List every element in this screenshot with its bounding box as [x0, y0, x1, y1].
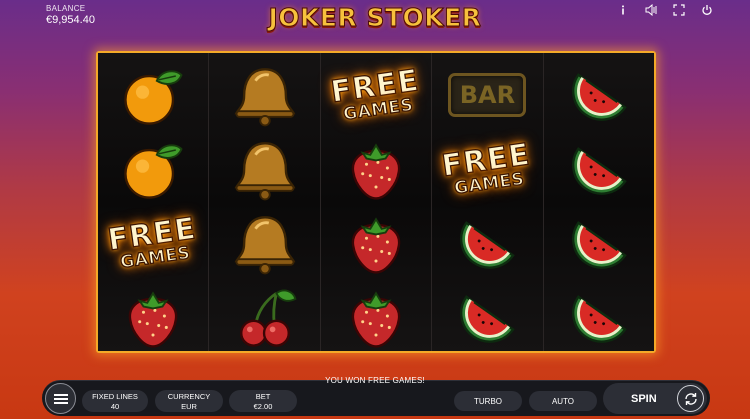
bell-icon [209, 132, 319, 206]
bet-value: €2.00 [253, 401, 273, 411]
free-games-symbol: FREE GAMES [321, 58, 431, 132]
cherries-icon [209, 280, 319, 354]
bet-label: BET [255, 392, 271, 401]
watermelon-icon [544, 280, 654, 354]
spin-button[interactable]: SPIN [603, 383, 707, 414]
bell-icon [209, 206, 319, 280]
orange-icon [98, 58, 208, 132]
strawberry-icon [321, 280, 431, 354]
watermelon-icon [544, 132, 654, 206]
menu-button[interactable] [45, 383, 76, 414]
fixed-lines-value: 40 [110, 401, 120, 411]
fullscreen-icon[interactable] [672, 3, 686, 17]
power-icon[interactable] [700, 3, 714, 17]
sound-icon[interactable] [644, 3, 658, 17]
free-games-text: FREE GAMES [439, 136, 533, 198]
currency-value: EUR [181, 401, 197, 411]
bar-text: BAR [448, 73, 527, 117]
strawberry-icon [98, 280, 208, 354]
free-games-text: FREE GAMES [328, 62, 422, 124]
free-games-text: FREE GAMES [105, 210, 199, 272]
strawberry-icon [321, 206, 431, 280]
auto-button[interactable]: AUTO [529, 391, 597, 411]
watermelon-icon [432, 280, 542, 354]
currency-label: CURRENCY [167, 392, 211, 401]
spin-label: SPIN [631, 392, 657, 405]
watermelon-icon [432, 206, 542, 280]
bet-selector[interactable]: BET €2.00 [229, 390, 297, 412]
reel-4: BAR FREE GAMES [432, 53, 544, 354]
bell-icon [209, 58, 319, 132]
watermelon-icon [544, 58, 654, 132]
reel-3: FREE GAMES [320, 53, 433, 354]
turbo-button[interactable]: TURBO [454, 391, 522, 411]
strawberry-icon [321, 132, 431, 206]
spin-arrows-icon [677, 385, 704, 412]
watermelon-icon [544, 206, 654, 280]
fixed-lines-display: FIXED LINES 40 [82, 390, 148, 412]
info-icon[interactable] [616, 3, 630, 17]
hamburger-icon [53, 392, 68, 406]
orange-icon [98, 132, 208, 206]
free-games-symbol: FREE GAMES [98, 206, 208, 280]
bar-symbol: BAR [432, 58, 542, 132]
top-toolbar [616, 3, 714, 17]
reel-1: FREE GAMES [98, 53, 210, 354]
reel-2 [209, 53, 321, 354]
reel-grid: FREE GAMES FREE GAMES BAR FREE GAMES [96, 51, 656, 353]
reel-5 [543, 53, 655, 354]
currency-selector[interactable]: CURRENCY EUR [155, 390, 223, 412]
free-games-symbol: FREE GAMES [432, 132, 542, 206]
fixed-lines-label: FIXED LINES [92, 392, 138, 401]
